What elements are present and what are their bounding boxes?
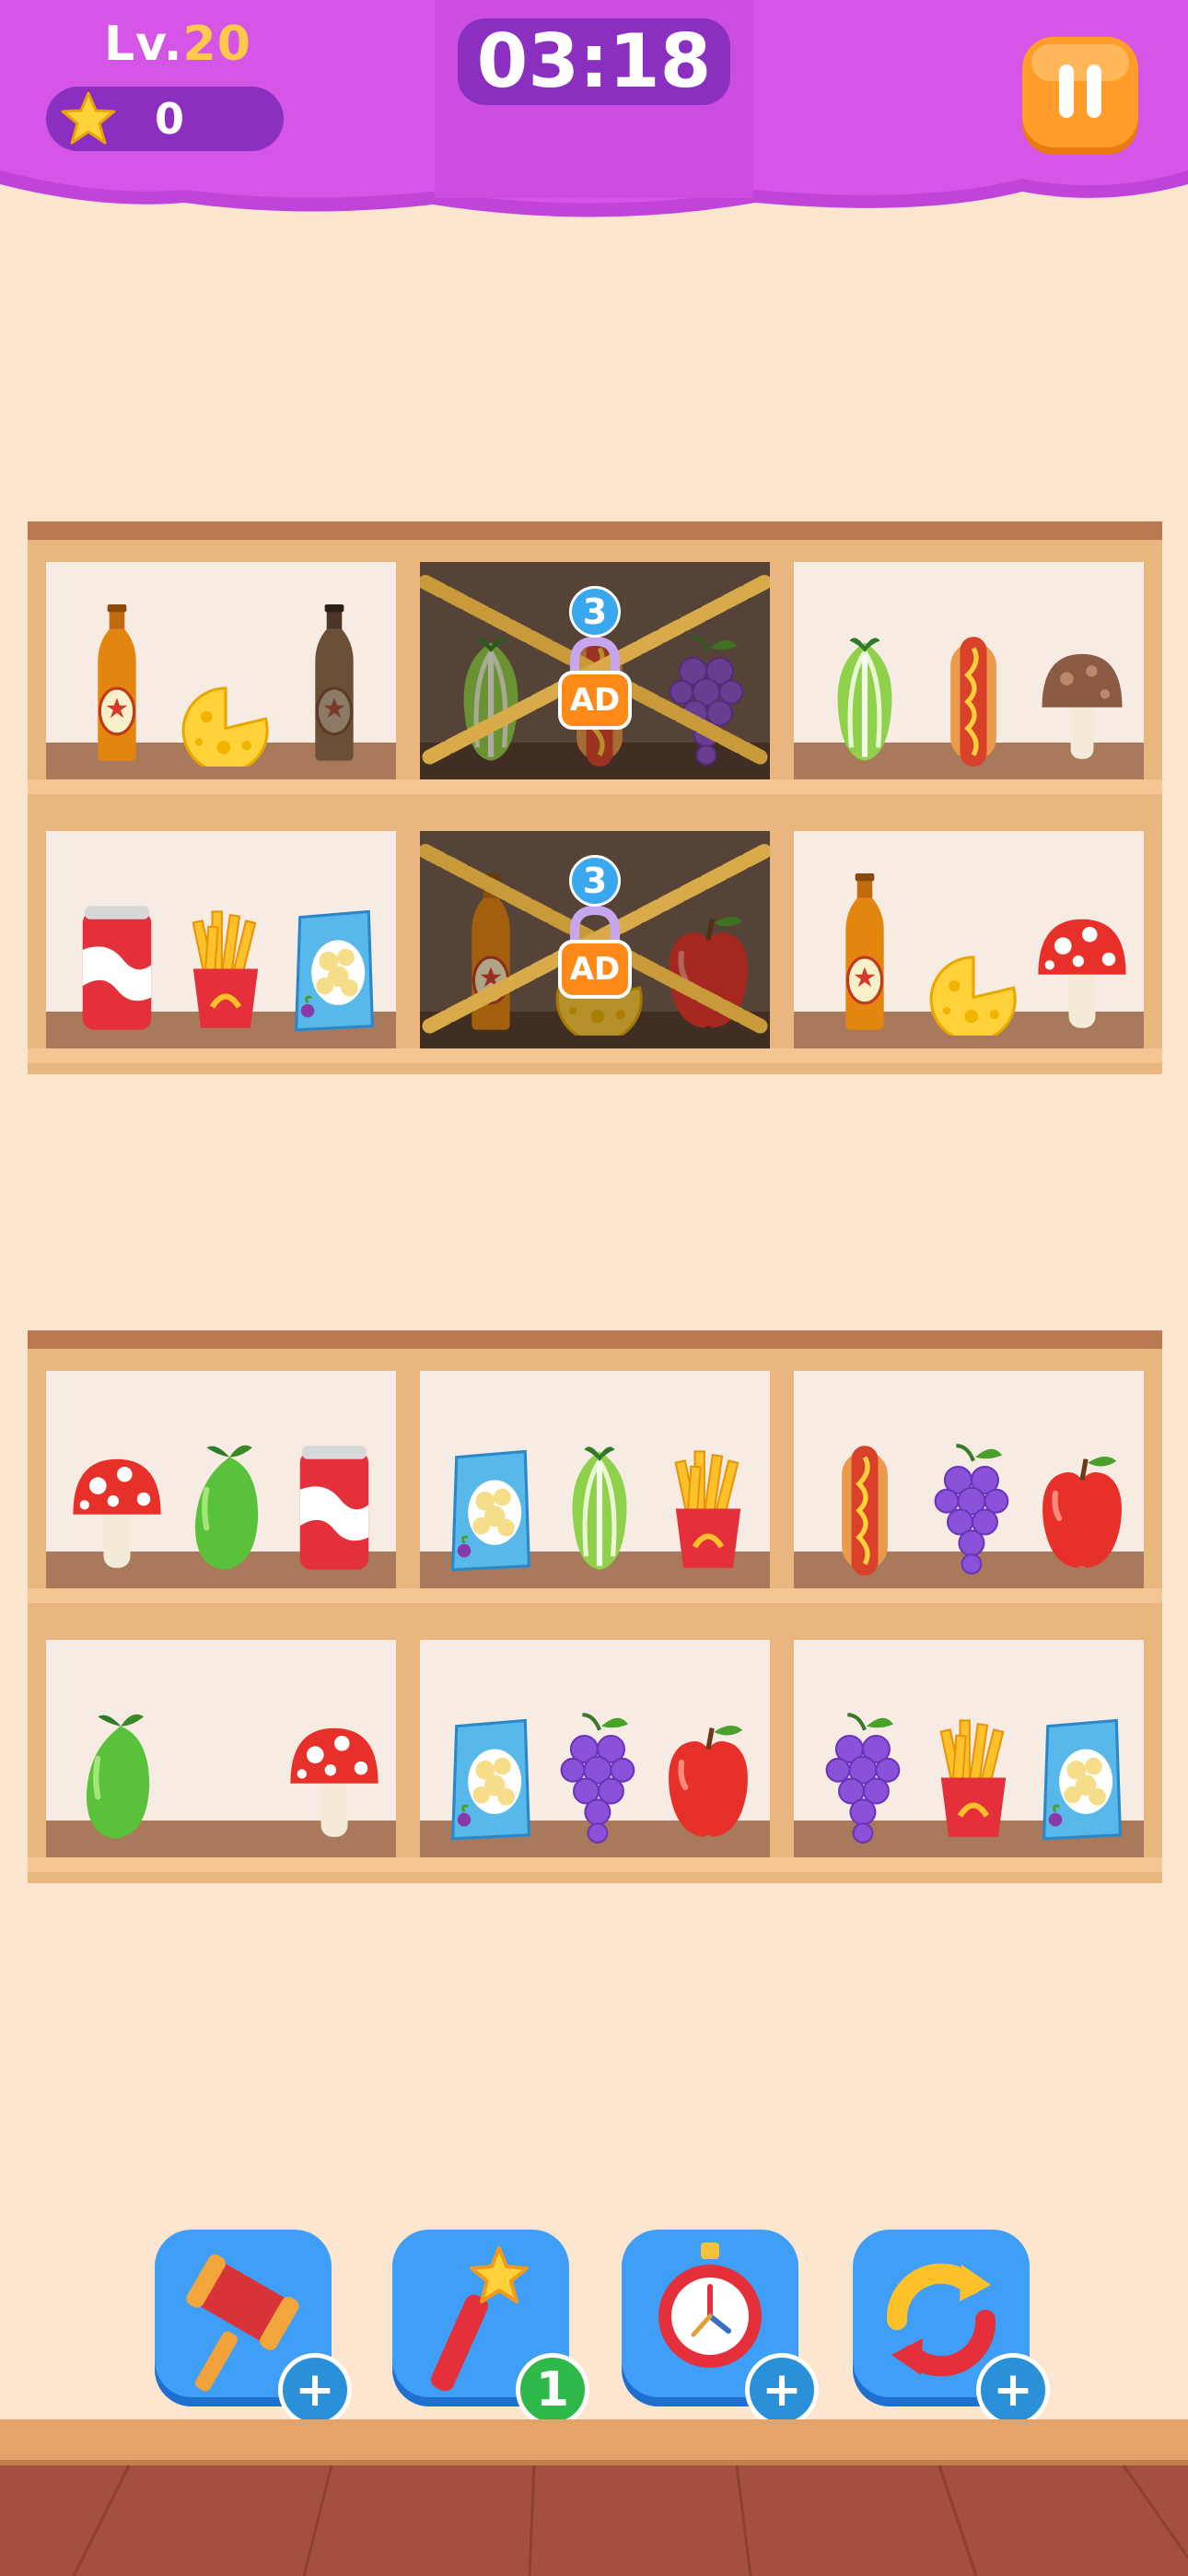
mushroom-item[interactable] bbox=[1031, 873, 1133, 1036]
chips-bag-icon bbox=[294, 909, 375, 1032]
mushroom-icon bbox=[1042, 653, 1123, 759]
wooden-floor bbox=[0, 2419, 1188, 2576]
chips-bag-icon bbox=[450, 1718, 531, 1841]
soda-can-item[interactable] bbox=[66, 873, 168, 1036]
pause-button[interactable] bbox=[1019, 35, 1142, 158]
star-counter: 0 bbox=[46, 87, 284, 151]
countdown-timer: 03:18 bbox=[458, 18, 730, 105]
grapes-item[interactable] bbox=[549, 1682, 650, 1844]
grapes-item[interactable] bbox=[923, 1413, 1024, 1575]
hotdog-icon bbox=[950, 637, 996, 767]
hotdog-item[interactable] bbox=[814, 1413, 915, 1575]
level-label: Lv.20 bbox=[104, 17, 251, 72]
stopwatch-add-badge[interactable]: + bbox=[745, 2353, 819, 2427]
cheese-item[interactable] bbox=[923, 873, 1024, 1043]
french-fries-item[interactable] bbox=[175, 873, 276, 1036]
french-fries-icon bbox=[939, 1719, 1007, 1837]
chips-bag-item[interactable] bbox=[440, 1682, 542, 1844]
mango-item[interactable] bbox=[175, 1413, 276, 1575]
mushroom-item[interactable] bbox=[284, 1682, 385, 1844]
cheese-icon bbox=[181, 686, 269, 774]
mango-icon bbox=[194, 1445, 259, 1570]
shuffle-add-badge[interactable]: + bbox=[976, 2353, 1050, 2427]
mango-item[interactable] bbox=[66, 1682, 168, 1844]
mushroom-item[interactable] bbox=[1031, 604, 1133, 767]
soda-can-item[interactable] bbox=[284, 1413, 385, 1575]
chips-bag-item[interactable] bbox=[284, 873, 385, 1036]
locked-shelf-overlay[interactable]: AD 3 bbox=[420, 562, 770, 779]
mushroom-icon bbox=[73, 1458, 161, 1568]
locked-shelf-overlay[interactable]: AD 3 bbox=[420, 831, 770, 1048]
french-fries-icon bbox=[674, 1450, 741, 1568]
chips-bag-item[interactable] bbox=[440, 1413, 542, 1575]
french-fries-item[interactable] bbox=[658, 1413, 759, 1575]
soda-can-icon bbox=[299, 1446, 369, 1570]
hammer-button[interactable]: + bbox=[153, 2228, 352, 2427]
hotdog-item[interactable] bbox=[923, 604, 1024, 767]
chips-bag-icon bbox=[1042, 1718, 1123, 1841]
beer-bottle-item[interactable] bbox=[814, 873, 915, 1036]
mushroom-icon bbox=[290, 1727, 379, 1837]
chips-bag-item[interactable] bbox=[1031, 1682, 1133, 1844]
grapes-item[interactable] bbox=[814, 1682, 915, 1844]
beer-bottle-icon bbox=[98, 604, 136, 761]
level-number: 20 bbox=[182, 17, 251, 72]
star-count: 0 bbox=[155, 94, 185, 144]
dark-beer-bottle-item[interactable] bbox=[284, 604, 385, 767]
shuffle-button[interactable]: + bbox=[851, 2228, 1050, 2427]
cheese-item[interactable] bbox=[175, 604, 276, 774]
lettuce-item[interactable] bbox=[814, 604, 915, 767]
chips-bag-icon bbox=[450, 1449, 531, 1572]
mango-icon bbox=[86, 1714, 150, 1839]
apple-item[interactable] bbox=[1031, 1413, 1133, 1575]
lock-count-badge: 3 bbox=[569, 586, 621, 638]
lock-ad-label: AD bbox=[569, 951, 621, 988]
apple-icon bbox=[1042, 1457, 1122, 1568]
mushroom-icon bbox=[1038, 919, 1126, 1028]
beer-bottle-icon bbox=[845, 873, 884, 1030]
lettuce-icon bbox=[572, 1446, 627, 1570]
stopwatch-button[interactable]: + bbox=[620, 2228, 819, 2427]
dark-beer-bottle-icon bbox=[315, 604, 354, 761]
booster-toolbar: + 1 + + bbox=[0, 2228, 1188, 2427]
lock-count-badge: 3 bbox=[569, 855, 621, 907]
magic-wand-button[interactable]: 1 bbox=[390, 2228, 589, 2427]
lock-ad-label: AD bbox=[569, 682, 621, 719]
pause-icon bbox=[1022, 37, 1138, 155]
french-fries-icon bbox=[192, 910, 259, 1028]
hotdog-icon bbox=[842, 1446, 888, 1575]
grapes-icon bbox=[934, 1444, 1009, 1575]
apple-icon bbox=[669, 1726, 748, 1837]
cheese-icon bbox=[929, 955, 1017, 1043]
french-fries-item[interactable] bbox=[923, 1682, 1024, 1844]
mushroom-item[interactable] bbox=[66, 1413, 168, 1575]
grapes-icon bbox=[825, 1713, 901, 1844]
lettuce-icon bbox=[837, 638, 892, 761]
beer-bottle-item[interactable] bbox=[66, 604, 168, 767]
soda-can-icon bbox=[82, 906, 152, 1030]
top-bar: Lv.20 0 03:18 bbox=[0, 0, 1188, 221]
hammer-add-badge[interactable]: + bbox=[278, 2353, 352, 2427]
lettuce-item[interactable] bbox=[549, 1413, 650, 1575]
star-icon bbox=[61, 91, 116, 145]
grapes-icon bbox=[560, 1713, 635, 1844]
magic-wand-count-badge: 1 bbox=[516, 2353, 589, 2427]
level-prefix: Lv. bbox=[104, 17, 183, 72]
apple-item[interactable] bbox=[658, 1682, 759, 1844]
